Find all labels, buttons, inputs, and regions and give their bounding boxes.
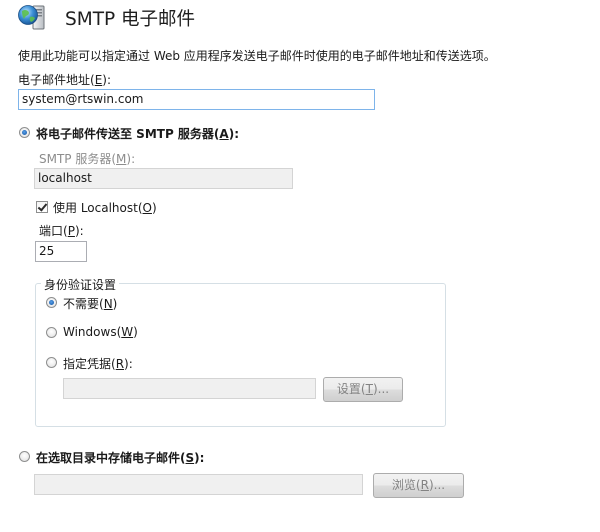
auth-windows-label: Windows(W) [63, 325, 138, 339]
pickup-directory-field[interactable] [34, 474, 363, 495]
page-title: SMTP 电子邮件 [65, 9, 196, 30]
auth-credentials-label: 指定凭据(R): [63, 357, 133, 371]
globe-server-icon [17, 3, 49, 31]
smtp-server-field[interactable]: localhost [34, 168, 293, 189]
set-credentials-button[interactable]: 设置(T)... [323, 377, 403, 402]
email-label: 电子邮件地址(E): [18, 73, 112, 87]
pickup-directory-label: 在选取目录中存储电子邮件(S): [36, 451, 205, 465]
browse-button[interactable]: 浏览(R)... [373, 473, 464, 498]
auth-none-radio[interactable] [46, 297, 57, 308]
email-field[interactable]: system@rtswin.com [18, 89, 375, 110]
port-field[interactable]: 25 [35, 241, 87, 262]
auth-credentials-radio[interactable] [46, 357, 57, 368]
pickup-directory-radio[interactable] [19, 451, 30, 462]
use-localhost-label: 使用 Localhost(O) [53, 201, 157, 215]
auth-windows-radio[interactable] [46, 327, 57, 338]
smtp-server-radio-label: 将电子邮件传送至 SMTP 服务器(A): [36, 127, 239, 141]
auth-none-label: 不需要(N) [63, 297, 118, 311]
smtp-server-radio[interactable] [19, 127, 30, 138]
smtp-server-label: SMTP 服务器(M): [39, 152, 136, 166]
use-localhost-checkbox[interactable] [36, 201, 48, 213]
port-label: 端口(P): [39, 224, 84, 238]
credentials-field[interactable] [63, 378, 316, 399]
auth-settings-legend: 身份验证设置 [41, 276, 120, 293]
description-text: 使用此功能可以指定通过 Web 应用程序发送电子邮件时使用的电子邮件地址和传送选… [18, 49, 496, 63]
